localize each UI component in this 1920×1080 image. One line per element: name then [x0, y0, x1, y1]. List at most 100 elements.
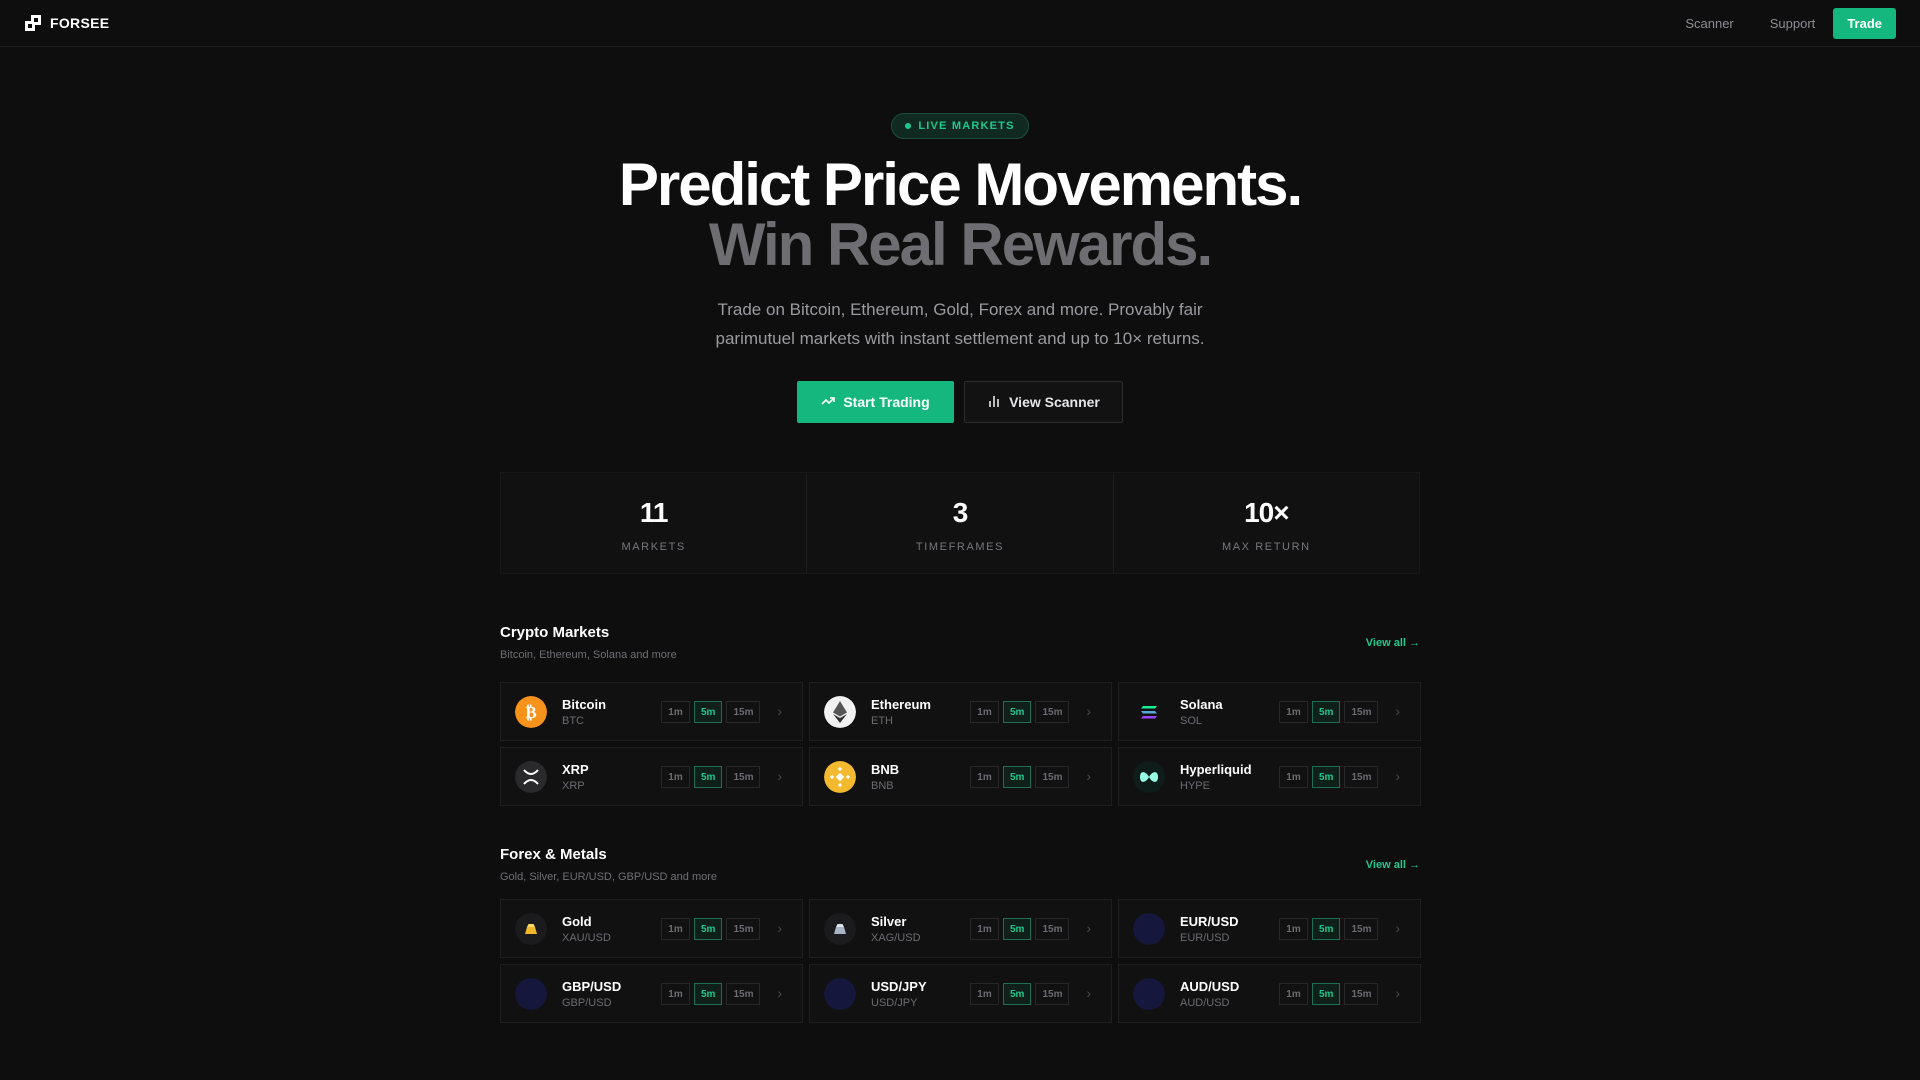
timeframe-15m-button[interactable]: 15m	[1344, 983, 1379, 1005]
timeframe-5m-button[interactable]: 5m	[694, 918, 723, 940]
market-name: BNB	[871, 761, 900, 777]
gbp-flag-icon	[515, 977, 547, 1010]
market-card[interactable]: Hyperliquid HYPE 1m 5m 15m ›	[1118, 747, 1421, 806]
hero-subtitle: Trade on Bitcoin, Ethereum, Gold, Forex …	[715, 300, 1205, 348]
market-name: GBP/USD	[562, 978, 622, 994]
xrp-icon	[515, 760, 547, 793]
stat-value: 3	[952, 497, 969, 528]
timeframe-15m-button[interactable]: 15m	[1035, 766, 1070, 788]
timeframe-15m-button[interactable]: 15m	[726, 766, 761, 788]
market-name: Silver	[871, 913, 907, 929]
timeframe-group: 1m 5m 15m	[970, 983, 1070, 1005]
market-card[interactable]: USD/JPY USD/JPY 1m 5m 15m ›	[809, 964, 1112, 1023]
timeframe-15m-button[interactable]: 15m	[1344, 918, 1379, 940]
svg-text:₿: ₿	[525, 703, 536, 723]
market-card[interactable]: Silver XAG/USD 1m 5m 15m ›	[809, 899, 1112, 958]
timeframe-15m-button[interactable]: 15m	[726, 918, 761, 940]
nav-link-scanner[interactable]: Scanner	[1667, 16, 1751, 31]
start-trading-label: Start Trading	[843, 394, 930, 410]
view-all-link[interactable]: View all →	[1366, 859, 1420, 871]
market-ticker: BTC	[562, 714, 584, 727]
top-nav: FORSEE Scanner Support Trade	[0, 0, 1920, 47]
market-name: XRP	[562, 761, 589, 777]
timeframe-group: 1m 5m 15m	[1279, 918, 1379, 940]
market-ticker: XAU/USD	[562, 931, 611, 944]
market-card[interactable]: BNB BNB 1m 5m 15m ›	[809, 747, 1112, 806]
timeframe-1m-button[interactable]: 1m	[661, 983, 690, 1005]
market-card[interactable]: GBP/USD GBP/USD 1m 5m 15m ›	[500, 964, 803, 1023]
aud-flag-icon	[1133, 977, 1165, 1010]
timeframe-5m-button[interactable]: 5m	[1003, 766, 1032, 788]
chevron-right-icon: ›	[1086, 920, 1091, 936]
brand[interactable]: FORSEE	[24, 14, 109, 32]
nav-link-support[interactable]: Support	[1752, 16, 1834, 31]
forex-market-grid: Gold XAU/USD 1m 5m 15m › Silver XAG/USD 1m 5m 15m ›…	[500, 899, 1421, 1023]
stat-value: 11	[639, 497, 669, 528]
timeframe-15m-button[interactable]: 15m	[1344, 701, 1379, 723]
market-ticker: SOL	[1180, 714, 1203, 727]
timeframe-1m-button[interactable]: 1m	[970, 701, 999, 723]
timeframe-15m-button[interactable]: 15m	[1035, 701, 1070, 723]
timeframe-1m-button[interactable]: 1m	[1279, 766, 1308, 788]
timeframe-5m-button[interactable]: 5m	[694, 766, 723, 788]
market-card[interactable]: EUR/USD EUR/USD 1m 5m 15m ›	[1118, 899, 1421, 958]
market-name: Ethereum	[871, 696, 931, 712]
jpy-flag-icon	[824, 977, 856, 1010]
timeframe-5m-button[interactable]: 5m	[1312, 918, 1341, 940]
timeframe-1m-button[interactable]: 1m	[661, 701, 690, 723]
timeframe-5m-button[interactable]: 5m	[1003, 983, 1032, 1005]
market-card[interactable]: AUD/USD AUD/USD 1m 5m 15m ›	[1118, 964, 1421, 1023]
timeframe-group: 1m 5m 15m	[661, 766, 761, 788]
chevron-right-icon: ›	[1395, 920, 1400, 936]
market-card[interactable]: Ethereum ETH 1m 5m 15m ›	[809, 682, 1112, 741]
timeframe-5m-button[interactable]: 5m	[1312, 701, 1341, 723]
stat-timeframes: 3 TIMEFRAMES	[807, 473, 1114, 573]
start-trading-button[interactable]: Start Trading	[797, 381, 954, 423]
timeframe-1m-button[interactable]: 1m	[661, 918, 690, 940]
trade-button[interactable]: Trade	[1833, 7, 1896, 39]
hero: LIVE MARKETS Predict Price Movements. Wi…	[0, 113, 1920, 423]
market-ticker: HYPE	[1180, 779, 1210, 792]
timeframe-15m-button[interactable]: 15m	[726, 701, 761, 723]
timeframe-5m-button[interactable]: 5m	[1003, 701, 1032, 723]
badge-label: LIVE MARKETS	[918, 120, 1015, 132]
timeframe-5m-button[interactable]: 5m	[694, 701, 723, 723]
timeframe-5m-button[interactable]: 5m	[1312, 766, 1341, 788]
timeframe-group: 1m 5m 15m	[970, 701, 1070, 723]
market-card[interactable]: Solana SOL 1m 5m 15m ›	[1118, 682, 1421, 741]
market-card[interactable]: ₿ Bitcoin BTC 1m 5m 15m ›	[500, 682, 803, 741]
timeframe-1m-button[interactable]: 1m	[1279, 918, 1308, 940]
market-ticker: EUR/USD	[1180, 931, 1230, 944]
timeframe-group: 1m 5m 15m	[1279, 701, 1379, 723]
timeframe-15m-button[interactable]: 15m	[1344, 766, 1379, 788]
timeframe-1m-button[interactable]: 1m	[970, 983, 999, 1005]
timeframe-15m-button[interactable]: 15m	[1035, 983, 1070, 1005]
timeframe-5m-button[interactable]: 5m	[694, 983, 723, 1005]
stat-label: TIMEFRAMES	[915, 541, 1005, 553]
market-card[interactable]: Gold XAU/USD 1m 5m 15m ›	[500, 899, 803, 958]
chevron-right-icon: ›	[777, 920, 782, 936]
chevron-right-icon: ›	[1086, 768, 1091, 784]
timeframe-5m-button[interactable]: 5m	[1312, 983, 1341, 1005]
chevron-right-icon: ›	[777, 703, 782, 719]
market-name: Gold	[562, 913, 592, 929]
hyperliquid-icon	[1133, 760, 1165, 793]
timeframe-group: 1m 5m 15m	[1279, 766, 1379, 788]
ethereum-icon	[824, 695, 856, 728]
timeframe-1m-button[interactable]: 1m	[1279, 983, 1308, 1005]
chevron-right-icon: ›	[1395, 768, 1400, 784]
timeframe-1m-button[interactable]: 1m	[970, 918, 999, 940]
timeframe-5m-button[interactable]: 5m	[1003, 918, 1032, 940]
view-scanner-button[interactable]: View Scanner	[964, 381, 1123, 423]
timeframe-1m-button[interactable]: 1m	[970, 766, 999, 788]
market-card[interactable]: XRP XRP 1m 5m 15m ›	[500, 747, 803, 806]
timeframe-group: 1m 5m 15m	[661, 983, 761, 1005]
market-name: Hyperliquid	[1180, 761, 1252, 777]
stat-max-return: 10× MAX RETURN	[1114, 473, 1419, 573]
timeframe-15m-button[interactable]: 15m	[1035, 918, 1070, 940]
forsee-logo-icon	[24, 14, 42, 32]
timeframe-1m-button[interactable]: 1m	[661, 766, 690, 788]
view-all-link[interactable]: View all →	[1366, 637, 1420, 649]
timeframe-15m-button[interactable]: 15m	[726, 983, 761, 1005]
timeframe-1m-button[interactable]: 1m	[1279, 701, 1308, 723]
